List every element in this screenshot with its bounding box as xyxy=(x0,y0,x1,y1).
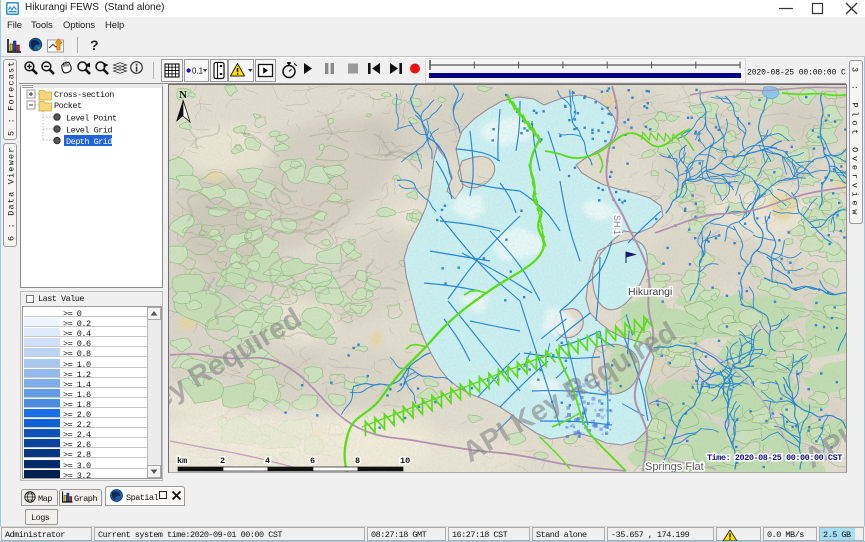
svg-text:Level Grid: Level Grid xyxy=(66,126,112,136)
svg-text:6 : Data Viewer: 6 : Data Viewer xyxy=(7,146,17,241)
svg-text:Hikurangi: Hikurangi xyxy=(628,286,672,298)
svg-text:4: 4 xyxy=(265,456,270,466)
svg-text:Cross-section: Cross-section xyxy=(54,90,114,100)
svg-text:0.1: 0.1 xyxy=(192,67,204,76)
svg-text:Level Point: Level Point xyxy=(66,114,117,124)
svg-text:2: 2 xyxy=(220,456,225,466)
svg-text:3 : Plot Overview: 3 : Plot Overview xyxy=(850,67,860,218)
svg-text:SH 1: SH 1 xyxy=(612,215,622,235)
svg-text:6: 6 xyxy=(310,456,315,466)
svg-text:N: N xyxy=(179,89,187,101)
svg-text:Pocket: Pocket xyxy=(54,101,82,111)
svg-text:Time: 2020-08-25 00:00:00 CST: Time: 2020-08-25 00:00:00 CST xyxy=(707,453,842,463)
svg-text:10: 10 xyxy=(400,456,410,466)
svg-text:?: ? xyxy=(90,37,99,53)
svg-text:km: km xyxy=(177,456,187,466)
svg-text:2020-08-25 00:00:00 CST: 2020-08-25 00:00:00 CST xyxy=(747,69,846,78)
svg-text:Springs Flat: Springs Flat xyxy=(645,461,704,472)
svg-text:5 : Forecast: 5 : Forecast xyxy=(7,60,17,136)
svg-text:8: 8 xyxy=(355,456,360,466)
svg-text:Depth Grid: Depth Grid xyxy=(66,137,112,147)
